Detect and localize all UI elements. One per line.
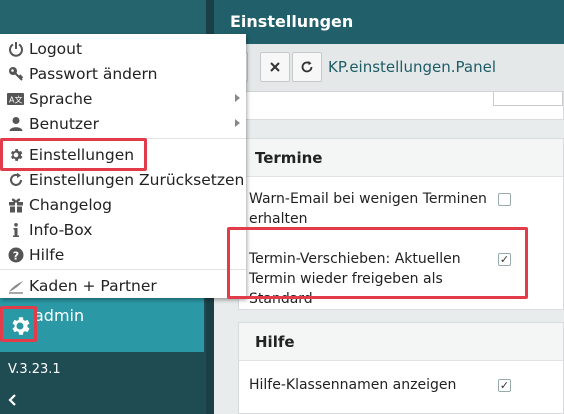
menu-item-infobox[interactable]: Info-Box: [0, 217, 246, 242]
help-classnames-checkbox[interactable]: ✓: [498, 379, 511, 392]
highlight-settings-menu-item: [0, 138, 147, 171]
partner-logo-icon: [5, 276, 27, 296]
submenu-arrow-icon: [235, 119, 240, 127]
setting-row: Hilfe-Klassennamen anzeigen ✓: [239, 369, 563, 401]
menu-item-label: Kaden + Partner: [29, 276, 157, 295]
menu-item-help[interactable]: ? Hilfe: [0, 242, 246, 267]
warn-email-checkbox[interactable]: [498, 193, 511, 206]
menu-item-user[interactable]: Benutzer: [0, 111, 246, 136]
page-title: Einstellungen: [230, 12, 354, 31]
menu-item-label: Logout: [29, 39, 83, 58]
gift-icon: [5, 195, 27, 215]
main-panel: Einstellungen KP.einstellungen.Panel Ter…: [214, 0, 564, 414]
refresh-icon: [301, 61, 313, 73]
power-icon: [5, 39, 27, 59]
previous-section-stub: [238, 92, 564, 120]
reset-icon: [5, 170, 27, 190]
setting-label: Hilfe-Klassennamen anzeigen: [249, 377, 457, 393]
submenu-arrow-icon: [235, 94, 240, 102]
input-field-stub[interactable]: [493, 92, 563, 106]
user-icon: [5, 114, 27, 134]
language-icon: A文: [5, 89, 27, 109]
highlight-termin-verschieben: [227, 227, 528, 299]
panel-path: KP.einstellungen.Panel: [328, 58, 496, 76]
section-hilfe: Hilfe Hilfe-Klassennamen anzeigen ✓: [238, 322, 564, 414]
chevron-left-icon: [8, 394, 16, 406]
collapse-button[interactable]: [6, 388, 30, 412]
menu-divider: [0, 269, 246, 270]
menu-item-language[interactable]: A文 Sprache: [0, 86, 246, 111]
menu-item-password[interactable]: Passwort ändern: [0, 61, 246, 86]
version-label: V.3.23.1: [8, 362, 61, 377]
question-icon: ?: [5, 245, 27, 265]
user-name: admin: [34, 306, 85, 325]
menu-item-label: Passwort ändern: [29, 64, 158, 83]
section-title: Hilfe: [239, 323, 563, 361]
info-icon: [5, 220, 27, 240]
menu-item-logout[interactable]: Logout: [0, 36, 246, 61]
menu-item-partner[interactable]: Kaden + Partner: [0, 273, 246, 298]
highlight-gear-button: [0, 306, 37, 342]
menu-item-label: Changelog: [29, 195, 112, 214]
menu-item-label: Hilfe: [29, 245, 65, 264]
menu-item-label: Benutzer: [29, 114, 99, 133]
menu-item-label: Sprache: [29, 89, 93, 108]
setting-label: Warn-Email bei wenigen Terminen erhalten: [249, 191, 487, 227]
menu-item-label: Info-Box: [29, 220, 93, 239]
menu-item-label: Einstellungen Zurücksetzen: [29, 170, 245, 189]
close-button[interactable]: [260, 52, 290, 82]
title-bar: Einstellungen: [214, 0, 564, 44]
refresh-button[interactable]: [292, 52, 322, 82]
svg-text:A文: A文: [9, 94, 22, 104]
svg-text:?: ?: [13, 249, 19, 262]
key-icon: [5, 64, 27, 84]
toolbar: KP.einstellungen.Panel: [214, 44, 564, 92]
close-icon: [270, 62, 280, 72]
section-title: Termine: [239, 139, 563, 177]
menu-item-changelog[interactable]: Changelog: [0, 192, 246, 217]
